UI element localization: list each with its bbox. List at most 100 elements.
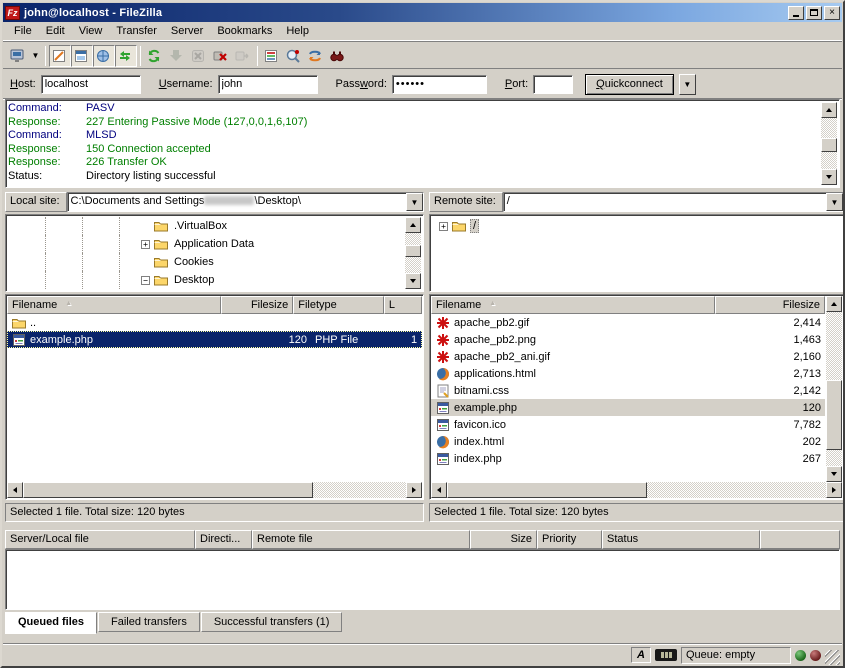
maximize-button[interactable] (806, 6, 822, 20)
quickconnect-dropdown-button[interactable]: ▼ (679, 74, 696, 95)
port-input[interactable] (533, 75, 573, 94)
remote-path-combo[interactable]: / ▼ (503, 192, 844, 212)
file-row[interactable]: index.php267 (431, 450, 825, 467)
menu-help[interactable]: Help (279, 23, 316, 39)
speed-limit-indicator-icon[interactable] (655, 649, 677, 661)
file-row[interactable]: apache_pb2_ani.gif2,160 (431, 348, 825, 365)
local-list-hscrollbar[interactable] (7, 482, 422, 498)
file-row[interactable]: favicon.ico7,782 (431, 416, 825, 433)
queue-column-remotefile[interactable]: Remote file (252, 530, 470, 549)
directory-comparison-button[interactable] (283, 45, 305, 67)
toggle-queue-button[interactable] (115, 45, 137, 67)
remote-list-hscrollbar[interactable] (431, 482, 842, 498)
data-type-indicator-icon[interactable]: A (631, 647, 651, 663)
remote-list-scrollbar[interactable] (826, 296, 842, 482)
scroll-down-button[interactable] (821, 169, 837, 185)
refresh-button[interactable] (144, 45, 166, 67)
expand-icon[interactable]: + (141, 240, 150, 249)
transfer-queue-body[interactable] (5, 549, 840, 610)
menu-server[interactable]: Server (164, 23, 210, 39)
scroll-thumb[interactable] (23, 482, 313, 498)
local-path-combo[interactable]: C:\Documents and Settings\Desktop\ ▼ (67, 192, 424, 212)
menu-edit[interactable]: Edit (39, 23, 72, 39)
disconnect-button[interactable] (210, 45, 232, 67)
site-manager-button[interactable] (7, 45, 29, 67)
scroll-right-button[interactable] (826, 482, 842, 498)
tab-successful-transfers-[interactable]: Successful transfers (1) (201, 612, 343, 632)
file-row[interactable]: applications.html2,713 (431, 365, 825, 382)
column-header-filetype[interactable]: Filetype (293, 296, 384, 314)
queue-column-size[interactable]: Size (470, 530, 537, 549)
column-header-l[interactable]: L (384, 296, 422, 314)
process-queue-button[interactable] (166, 45, 188, 67)
log-label: Command: (8, 129, 86, 143)
expand-icon[interactable]: + (439, 222, 448, 231)
synchronized-browsing-button[interactable] (305, 45, 327, 67)
tab-failed-transfers[interactable]: Failed transfers (98, 612, 200, 632)
scroll-down-button[interactable] (405, 273, 421, 289)
menu-file[interactable]: File (7, 23, 39, 39)
find-files-button[interactable] (327, 45, 349, 67)
column-header-filename[interactable]: Filename▲ (7, 296, 221, 314)
remote-path-dropdown-icon[interactable]: ▼ (826, 193, 843, 211)
scroll-up-button[interactable] (826, 296, 842, 312)
cancel-operation-button[interactable] (188, 45, 210, 67)
column-header-filesize[interactable]: Filesize (715, 296, 825, 314)
log-line: Command:PASV (8, 102, 821, 116)
file-row[interactable]: apache_pb2.gif2,414 (431, 314, 825, 331)
scroll-left-button[interactable] (431, 482, 447, 498)
scroll-up-button[interactable] (821, 102, 837, 118)
minimize-button[interactable] (788, 6, 804, 20)
site-manager-dropdown-button[interactable]: ▼ (29, 45, 42, 67)
tree-item[interactable]: −Desktop (8, 271, 421, 289)
scroll-left-button[interactable] (7, 482, 23, 498)
host-input[interactable] (41, 75, 141, 94)
file-row[interactable]: bitnami.css2,142 (431, 382, 825, 399)
filename-cell: example.php (7, 332, 235, 348)
scroll-thumb[interactable] (826, 380, 842, 450)
close-button[interactable]: × (824, 6, 840, 20)
scroll-right-button[interactable] (406, 482, 422, 498)
tree-item[interactable]: +/ (432, 217, 841, 235)
menu-bookmarks[interactable]: Bookmarks (210, 23, 279, 39)
file-row[interactable]: apache_pb2.png1,463 (431, 331, 825, 348)
tree-item[interactable]: .VirtualBox (8, 217, 421, 235)
queue-column-status[interactable]: Status (602, 530, 760, 549)
process-queue-icon (168, 48, 184, 64)
collapse-icon[interactable]: − (141, 276, 150, 285)
local-tree-scrollbar[interactable] (405, 217, 421, 289)
tree-item[interactable]: Cookies (8, 253, 421, 271)
queue-column-priority[interactable]: Priority (537, 530, 602, 549)
column-header-filesize[interactable]: Filesize (221, 296, 293, 314)
log-scrollbar[interactable] (821, 102, 837, 185)
toggle-remote-tree-button[interactable] (93, 45, 115, 67)
filesize-cell: 7,782 (715, 419, 825, 431)
password-input[interactable] (392, 75, 487, 94)
local-path-dropdown-icon[interactable]: ▼ (406, 193, 423, 211)
scroll-down-button[interactable] (826, 466, 842, 482)
menu-view[interactable]: View (72, 23, 110, 39)
queue-column-serverlocalfile[interactable]: Server/Local file (5, 530, 195, 549)
tree-item[interactable]: +Application Data (8, 235, 421, 253)
scroll-up-button[interactable] (405, 217, 421, 233)
file-row[interactable]: example.php120 (431, 399, 825, 416)
scroll-thumb[interactable] (821, 138, 837, 152)
scroll-thumb[interactable] (405, 245, 421, 257)
toggle-local-tree-button[interactable] (71, 45, 93, 67)
file-row[interactable]: index.html202 (431, 433, 825, 450)
username-input[interactable] (218, 75, 318, 94)
column-header-filename[interactable]: Filename▲ (431, 296, 715, 314)
tab-queued-files[interactable]: Queued files (5, 612, 97, 634)
synchronized-browsing-icon (307, 48, 323, 64)
reconnect-button[interactable] (232, 45, 254, 67)
file-row[interactable]: .. (7, 314, 422, 331)
queue-column-directi[interactable]: Directi... (195, 530, 252, 549)
menu-transfer[interactable]: Transfer (109, 23, 164, 39)
scroll-thumb[interactable] (447, 482, 647, 498)
quickconnect-button[interactable]: Quickconnect (585, 74, 674, 95)
file-row[interactable]: example.php120PHP File1 (7, 331, 422, 348)
directory-filter-button[interactable] (261, 45, 283, 67)
resize-grip[interactable] (825, 650, 840, 665)
toggle-log-button[interactable] (49, 45, 71, 67)
filezilla-logo-icon: Fz (5, 6, 20, 20)
